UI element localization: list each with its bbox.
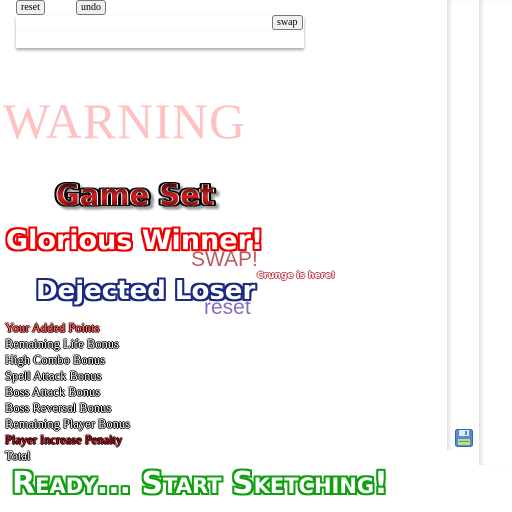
save-icon[interactable] [455,429,473,447]
toolbar-bar-2 [16,32,304,48]
list-item: Total [5,449,31,463]
reset-label: reset [204,296,251,319]
list-item: Your Added Points [5,321,100,335]
undo-button[interactable]: undo [76,0,106,15]
side-panel-right [479,0,512,465]
points-list: Your Added Points Remaining Life Bonus H… [5,320,130,464]
list-item: Player Increase Penalty [5,433,123,447]
toolbar-bar [16,16,304,32]
crunge-label: Crunge is here! [257,271,336,281]
warning-text: WARNING [3,93,247,149]
list-item: High Combo Bonus [5,353,106,367]
swap-label: SWAP! [191,248,258,271]
list-item: Remaining Life Bonus [5,337,119,351]
game-set-title: Game Set [56,178,214,212]
list-item: Remaining Player Bonus [5,417,130,431]
list-item: Boss Reversal Bonus [5,401,112,415]
ready-banner: Ready... Start Sketching! [12,466,388,501]
reset-button[interactable]: reset [16,0,45,15]
side-panel [447,0,480,450]
list-item: Boss Attack Bonus [5,385,101,399]
swap-button[interactable]: swap [272,15,303,30]
list-item: Spell Attack Bonus [5,369,102,383]
